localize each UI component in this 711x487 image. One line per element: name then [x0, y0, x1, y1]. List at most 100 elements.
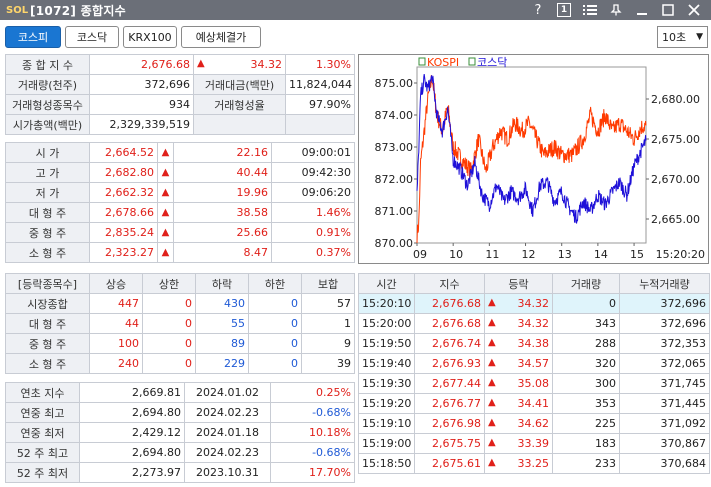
tick-index: 2,676.77	[414, 393, 485, 414]
help-icon[interactable]: ?	[525, 0, 551, 20]
legend-kosdaq-swatch	[468, 57, 476, 66]
yearly-rate: 17.70%	[270, 462, 355, 483]
ticks-header[interactable]: 등락	[484, 273, 553, 294]
screen-number-icon[interactable]: 1	[551, 0, 577, 20]
breadth-row: 시장종합 447 0 430 0 57	[5, 293, 355, 314]
ticks-header[interactable]: 시간	[358, 273, 415, 294]
tick-index: 2,676.74	[414, 333, 485, 354]
index-label: 종 합 지 수	[5, 54, 90, 75]
ticks-header[interactable]: 지수	[414, 273, 485, 294]
breadth-lower: 0	[248, 313, 302, 334]
tick-cum-volume: 370,684	[619, 453, 710, 474]
breadth-label: 대 형 주	[5, 313, 90, 334]
price-change: 19.96	[173, 182, 272, 203]
tick-time: 15:19:20	[358, 393, 415, 414]
breadth-row: 대 형 주 44 0 55 0 1	[5, 313, 355, 334]
tick-change-cell: ▲ 33.25	[484, 453, 553, 474]
yearly-rate: -0.68%	[270, 442, 355, 463]
breadth-lower: 0	[248, 333, 302, 354]
tab-expected[interactable]: 예상체결가	[181, 26, 261, 48]
kospi-series-line	[416, 75, 647, 244]
left-axis-tick-label: 871.00	[375, 205, 414, 218]
tick-index: 2,676.68	[414, 313, 485, 334]
price-extra: 1.46%	[271, 202, 355, 223]
up-triangle-icon: ▲	[488, 337, 496, 348]
cap-value: 2,329,339,519	[89, 114, 194, 135]
breadth-header[interactable]: [등락종목수]	[5, 273, 90, 294]
breadth-header[interactable]: 상한	[142, 273, 196, 294]
breadth-upper: 0	[142, 293, 196, 314]
tick-cum-volume: 372,696	[619, 313, 710, 334]
tick-row[interactable]: 15:20:00 2,676.68 ▲ 34.32 343 372,696	[358, 313, 710, 334]
tick-index: 2,675.61	[414, 453, 485, 474]
empty-cell	[193, 114, 286, 135]
tick-row[interactable]: 15:19:40 2,676.93 ▲ 34.57 320 372,065	[358, 353, 710, 374]
ticks-header[interactable]: 누적거래량	[619, 273, 710, 294]
price-extra: 0.37%	[271, 242, 355, 263]
yearly-value: 2,694.80	[79, 442, 185, 463]
up-triangle-icon: ▲	[488, 457, 496, 468]
tick-row[interactable]: 15:20:10 2,676.68 ▲ 34.32 0 372,696	[358, 293, 710, 314]
breadth-header[interactable]: 하한	[248, 273, 302, 294]
interval-select[interactable]: 10초 ▼	[657, 26, 708, 48]
tick-row[interactable]: 15:19:10 2,676.98 ▲ 34.62 225 371,092	[358, 413, 710, 434]
tick-change-cell: ▲ 34.57	[484, 353, 553, 374]
tick-row[interactable]: 15:19:20 2,676.77 ▲ 34.41 353 371,445	[358, 393, 710, 414]
tab-krx100[interactable]: KRX100	[123, 26, 177, 48]
up-triangle-icon: ▲	[157, 142, 174, 163]
pin-icon[interactable]	[603, 0, 629, 20]
tick-change: 33.25	[517, 457, 550, 470]
breadth-down: 55	[195, 313, 249, 334]
close-icon[interactable]	[681, 0, 707, 20]
breadth-label: 소 형 주	[5, 353, 90, 374]
legend-kospi-label: KOSPI	[427, 56, 459, 69]
price-value: 2,664.52	[89, 142, 158, 163]
minimize-icon[interactable]	[629, 0, 655, 20]
x-axis-tick-label: 15	[630, 248, 644, 261]
tick-volume: 300	[552, 373, 620, 394]
window-title: [1072] 종합지수	[30, 3, 127, 18]
menu-icon[interactable]	[577, 0, 603, 20]
yearly-label: 연중 최저	[5, 422, 80, 443]
ticks-header[interactable]: 거래량	[552, 273, 620, 294]
breadth-header[interactable]: 보합	[301, 273, 355, 294]
breadth-header[interactable]: 상승	[89, 273, 143, 294]
tick-row[interactable]: 15:19:30 2,677.44 ▲ 35.08 300 371,745	[358, 373, 710, 394]
breadth-header[interactable]: 하락	[195, 273, 249, 294]
up-triangle-icon: ▲	[488, 297, 496, 308]
breadth-label: 시장종합	[5, 293, 90, 314]
yearly-label: 52 주 최고	[5, 442, 80, 463]
breadth-label: 중 형 주	[5, 333, 90, 354]
tick-row[interactable]: 15:19:50 2,676.74 ▲ 34.38 288 372,353	[358, 333, 710, 354]
yearly-date: 2024.01.02	[184, 382, 271, 403]
price-change: 40.44	[173, 162, 272, 183]
tick-cum-volume: 372,353	[619, 333, 710, 354]
yearly-row: 연중 최고 2,694.80 2024.02.23 -0.68%	[5, 402, 355, 423]
tab-kosdaq[interactable]: 코스닥	[65, 26, 119, 48]
formed-rate-label: 거래형성율	[193, 94, 286, 115]
index-value: 2,676.68	[89, 54, 194, 75]
price-extra: 09:42:30	[271, 162, 355, 183]
tick-row[interactable]: 15:19:00 2,675.75 ▲ 33.39 183 370,867	[358, 433, 710, 454]
tick-time: 15:19:10	[358, 413, 415, 434]
left-axis-tick-label: 874.00	[375, 109, 414, 122]
chevron-down-icon: ▼	[696, 32, 703, 42]
tick-time: 15:20:00	[358, 313, 415, 334]
formed-rate-value: 97.90%	[285, 94, 355, 115]
tick-change-cell: ▲ 33.39	[484, 433, 553, 454]
price-row: 고 가 2,682.80 ▲ 40.44 09:42:30	[5, 162, 355, 183]
up-triangle-icon: ▲	[488, 357, 496, 368]
price-value: 2,662.32	[89, 182, 158, 203]
price-change: 22.16	[173, 142, 272, 163]
plot-area	[416, 66, 647, 244]
volume-label: 거래량(천주)	[5, 74, 90, 95]
x-axis-tick-label: 13	[558, 248, 572, 261]
ticks-table: 시간 지수 등락 거래량 누적거래량 15:20:10 2,676.68 ▲ 34.32 0 37…	[358, 273, 710, 474]
maximize-icon[interactable]	[655, 0, 681, 20]
tick-row[interactable]: 15:18:50 2,675.61 ▲ 33.25 233 370,684	[358, 453, 710, 474]
tick-change-cell: ▲ 34.32	[484, 313, 553, 334]
price-label: 중 형 주	[5, 222, 90, 243]
tab-kospi[interactable]: 코스피	[5, 26, 61, 48]
yearly-row: 연중 최저 2,429.12 2024.01.18 10.18%	[5, 422, 355, 443]
price-row: 시 가 2,664.52 ▲ 22.16 09:00:01	[5, 142, 355, 163]
